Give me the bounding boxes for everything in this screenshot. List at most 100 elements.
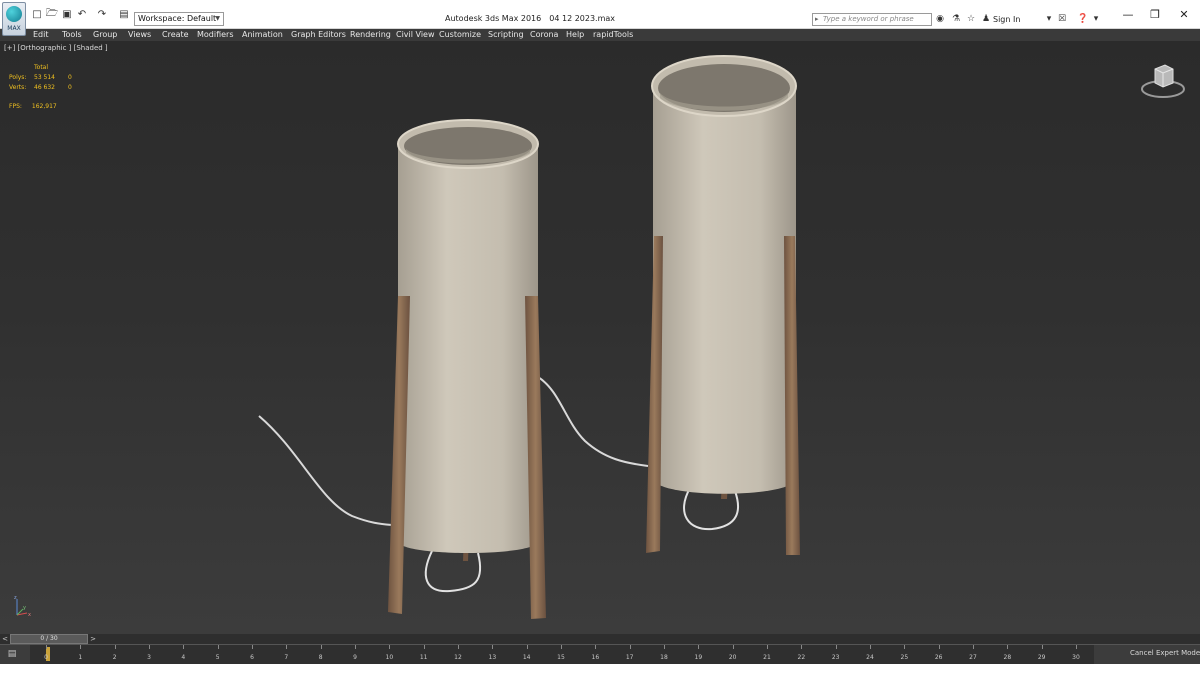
frame-tick-label: 3 [147,654,151,661]
window-title: Autodesk 3ds Max 2016 04 12 2023.max [445,14,615,23]
menu-corona[interactable]: Corona [530,29,558,41]
frame-tick-label: 10 [385,654,394,661]
stats-verts-selected: 0 [68,84,72,91]
sign-in-button[interactable]: Sign In [993,15,1020,24]
help-chevron-icon[interactable]: ▾ [1090,13,1102,25]
file-name: 04 12 2023.max [549,14,616,23]
binoculars-icon[interactable]: ◉ [934,13,946,25]
menu-rapidtools[interactable]: rapidTools [593,29,633,41]
frame-tick [252,645,253,649]
cancel-expert-mode-button[interactable]: Cancel Expert Mode [1130,649,1200,657]
lamp-left-shade [398,144,538,553]
frame-tick-label: 13 [488,654,497,661]
frame-tick-label: 25 [900,654,909,661]
frame-tick [595,645,597,649]
lamp-right-leg-left [646,236,663,553]
menu-scripting[interactable]: Scripting [488,29,524,41]
frame-tick [286,645,288,649]
workspace-label: Workspace: Default [138,14,217,23]
help-icon[interactable]: ❓ [1077,13,1089,25]
frame-ruler[interactable]: 0 1 2 3 4 5 6 7 8 9 10 11 12 13 14 15 16 17 18 19 20 21 22 23 24… [30,645,1094,665]
frame-tick [767,645,768,649]
workspace-dropdown[interactable]: Workspace: Default ▼ [134,12,224,26]
menu-help[interactable]: Help [566,29,584,41]
lamp-right-shade [653,86,796,494]
frame-tick-label: 1 [78,654,83,661]
frame-tick [1041,645,1043,649]
frame-tick [973,645,974,649]
mini-curve-editor-icon[interactable]: ▤ [5,648,19,660]
communication-center-icon[interactable]: ⚗ [950,13,962,25]
frame-tick [664,645,665,649]
restore-button[interactable]: ❐ [1145,8,1165,22]
open-file-icon[interactable]: 🗁 [46,8,58,20]
menu-create[interactable]: Create [162,29,189,41]
user-icon[interactable]: ♟ [980,13,992,25]
axis-x-label: x [28,612,31,618]
frame-tick [389,645,391,649]
menu-civil-view[interactable]: Civil View [396,29,435,41]
project-folder-icon[interactable]: ▤ [118,8,130,20]
minimize-button[interactable]: — [1118,8,1138,22]
stats-verts-label: Verts: [9,84,27,91]
viewcube-icon[interactable] [1139,61,1187,101]
frame-tick [458,645,459,649]
cable-loop-right [683,487,740,531]
application-menu-button[interactable]: MAX [2,2,26,36]
time-slider-thumb[interactable]: 0 / 30 [10,634,88,644]
redo-icon[interactable]: ↷ [96,8,108,20]
undo-icon[interactable]: ↶ [76,8,88,20]
previous-frame-button[interactable]: < [0,634,10,644]
menu-customize[interactable]: Customize [439,29,481,41]
lamp-left-leg-right [525,296,546,619]
frame-tick-label: 20 [728,654,737,661]
frame-tick [870,645,871,649]
track-bar: ▤ 0 1 2 3 4 5 6 7 8 9 10 11 12 13 14 15 16 17 18 19 20 21 22 23… [0,644,1200,665]
sign-in-chevron-icon[interactable]: ▾ [1043,13,1055,25]
viewport-label-menu[interactable]: [+] [Orthographic ] [Shaded ] [4,44,108,52]
search-placeholder: Type a keyword or phrase [823,15,914,23]
frame-tick-label: 21 [763,654,771,661]
frame-tick [561,645,562,649]
chevron-down-icon: ▼ [215,15,220,22]
exchange-apps-icon[interactable]: ☒ [1056,13,1068,25]
frame-tick [732,645,734,649]
frame-tick-label: 14 [522,654,531,661]
frame-tick-label: 16 [591,654,600,661]
frame-tick-label: 0 [44,654,48,661]
app-name: Autodesk 3ds Max 2016 [445,14,542,23]
menu-graph-editors[interactable]: Graph Editors [291,29,346,41]
frame-tick [698,645,700,649]
menu-views[interactable]: Views [128,29,151,41]
menu-edit[interactable]: Edit [33,29,49,41]
frame-tick-label: 23 [831,654,840,661]
frame-tick-label: 6 [250,654,254,661]
time-slider[interactable]: < 0 / 30 > [0,634,1200,644]
menu-rendering[interactable]: Rendering [350,29,391,41]
frame-tick-label: 11 [419,654,428,661]
save-icon[interactable]: ▣ [61,8,73,20]
menu-modifiers[interactable]: Modifiers [197,29,234,41]
menu-animation[interactable]: Animation [242,29,283,41]
frame-tick [526,645,528,649]
frame-tick-label: 22 [797,654,806,661]
frame-tick-label: 24 [866,654,874,661]
frame-tick-label: 28 [1003,654,1012,661]
perspective-viewport[interactable]: [+] [Orthographic ] [Shaded ] Total Poly… [0,41,1200,634]
menu-tools[interactable]: Tools [62,29,82,41]
next-frame-button[interactable]: > [88,634,98,644]
frame-tick [355,645,356,649]
frame-tick [835,645,837,649]
frame-tick [149,645,150,649]
stats-polys-label: Polys: [9,74,27,81]
frame-tick-label: 12 [454,654,462,661]
new-file-icon[interactable]: □ [31,8,43,20]
frame-tick [423,645,425,649]
frame-tick [217,645,219,649]
frame-tick-label: 9 [353,654,357,661]
close-button[interactable]: ✕ [1174,8,1194,22]
search-input[interactable]: ▸ Type a keyword or phrase [812,13,932,26]
favorites-star-icon[interactable]: ☆ [965,13,977,25]
menu-group[interactable]: Group [93,29,117,41]
frame-tick [320,645,322,649]
